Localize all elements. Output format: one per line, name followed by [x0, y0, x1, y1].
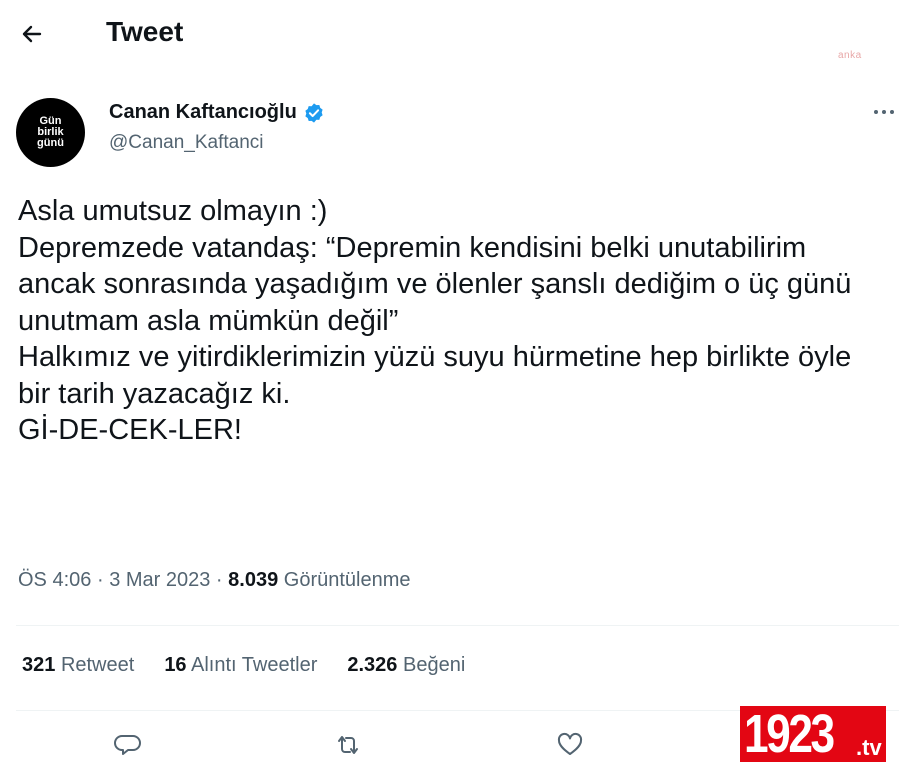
- logo-suffix: .tv: [856, 735, 882, 760]
- avatar-line: günü: [37, 137, 64, 149]
- reply-icon[interactable]: [113, 730, 143, 760]
- tweet-text: Asla umutsuz olmayın :) Depremzede vatan…: [18, 195, 852, 446]
- meta-separator: ·: [96, 569, 104, 591]
- quote-tweets-stat[interactable]: 16 Alıntı Tweetler: [164, 654, 317, 677]
- tweet-date[interactable]: 3 Mar 2023: [109, 569, 210, 591]
- retweet-icon[interactable]: [333, 730, 363, 760]
- divider: [16, 625, 899, 626]
- back-arrow-icon[interactable]: [14, 18, 50, 50]
- likes-count: 2.326: [347, 654, 398, 676]
- 1923tv-logo: 1923 .tv: [740, 706, 886, 762]
- views-count: 8.039: [228, 569, 279, 591]
- tweet-time[interactable]: ÖS 4:06: [18, 569, 91, 591]
- author-display-name[interactable]: Canan Kaftancıoğlu: [109, 101, 297, 124]
- more-options-icon[interactable]: [870, 102, 898, 122]
- watermark-text: anka: [838, 50, 862, 61]
- retweet-label: Retweet: [60, 654, 135, 676]
- quote-count: 16: [164, 654, 187, 676]
- views-label: Görüntülenme: [283, 569, 411, 591]
- avatar[interactable]: Gün birlik günü: [16, 98, 85, 167]
- tweet-meta: ÖS 4:06 · 3 Mar 2023 · 8.039 Görüntülenm…: [18, 569, 411, 592]
- like-icon[interactable]: [555, 730, 585, 760]
- verified-badge-icon: [305, 102, 323, 123]
- quote-label: Alıntı Tweetler: [191, 654, 318, 676]
- likes-stat[interactable]: 2.326 Beğeni: [347, 654, 465, 677]
- avatar-text: Gün birlik günü: [37, 116, 64, 149]
- retweet-count: 321: [22, 654, 56, 676]
- author-handle[interactable]: @Canan_Kaftanci: [109, 132, 264, 154]
- author-name-row: Canan Kaftancıoğlu: [109, 101, 325, 124]
- page-title: Tweet: [106, 16, 184, 47]
- meta-separator: ·: [215, 569, 223, 591]
- tweet-stats: 321 Retweet 16 Alıntı Tweetler 2.326 Beğ…: [22, 654, 495, 677]
- header: Tweet: [0, 0, 899, 68]
- logo-number: 1923: [744, 704, 835, 764]
- retweet-stat[interactable]: 321 Retweet: [22, 654, 134, 677]
- likes-label: Beğeni: [403, 654, 466, 676]
